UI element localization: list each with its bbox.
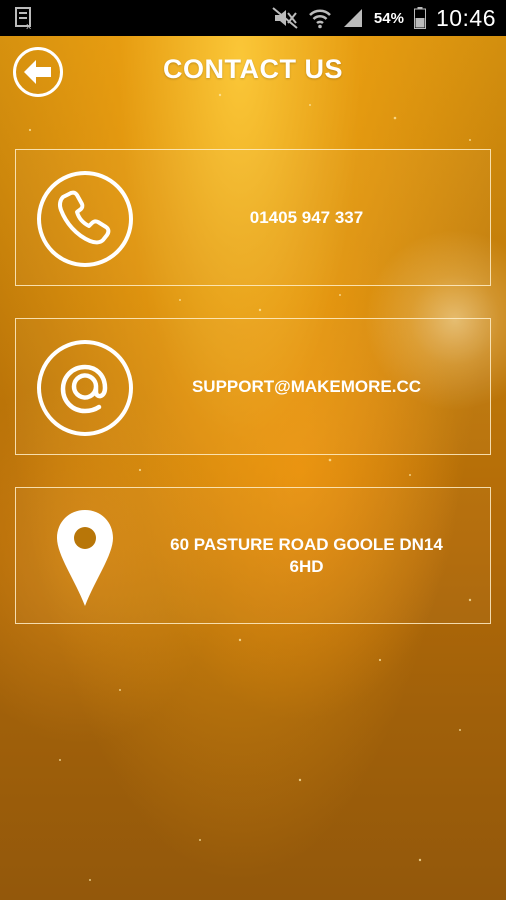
phone-number[interactable]: 01405 947 337 [151,150,470,285]
signal-icon [343,9,362,27]
street-address[interactable]: 60 PASTURE ROAD GOOLE DN14 6HD [151,488,470,623]
page-title: CONTACT US [163,54,343,84]
contact-card-address[interactable]: 60 PASTURE ROAD GOOLE DN14 6HD [15,487,491,624]
notification-icon: x [15,7,32,30]
contact-card-email[interactable]: SUPPORT@MAKEMORE.CC [15,318,491,455]
at-icon [37,340,133,436]
status-bar: x 54% 10:46 [0,0,506,36]
contact-card-phone[interactable]: 01405 947 337 [15,149,491,286]
battery-percent: 54% [373,9,404,27]
mute-icon [272,7,298,29]
wifi-icon [309,9,331,29]
svg-text:x: x [26,22,32,30]
battery-icon [413,7,426,29]
status-time: 10:46 [435,4,496,31]
phone-icon [37,171,133,267]
location-pin-icon [57,510,113,606]
email-address[interactable]: SUPPORT@MAKEMORE.CC [151,319,470,454]
